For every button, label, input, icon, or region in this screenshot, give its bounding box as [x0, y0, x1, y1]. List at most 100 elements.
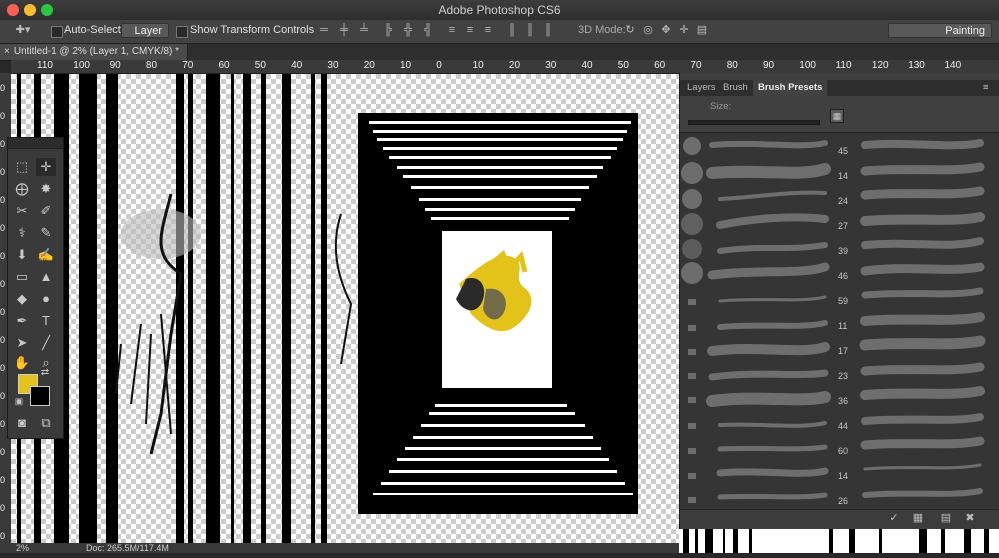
- preset-size: 27: [838, 221, 849, 231]
- ruler-tick-label: 130: [908, 60, 925, 71]
- ruler-tick-label: 0: [0, 83, 6, 93]
- screen-mode-icon[interactable]: ⧉: [36, 414, 56, 432]
- move-tool-icon[interactable]: ✛: [36, 158, 56, 176]
- new-preset-icon[interactable]: ▤: [940, 513, 952, 524]
- auto-select-checkbox[interactable]: [51, 26, 63, 38]
- preset-size: 39: [838, 246, 849, 256]
- distribute-top-icon[interactable]: ≡: [446, 25, 458, 36]
- status-bar: 2% Doc: 265.5M/117.4M: [0, 543, 679, 553]
- lasso-tool-icon[interactable]: ⨁: [12, 180, 32, 198]
- background-color-swatch[interactable]: [30, 386, 50, 406]
- ruler-tick-label: 0: [0, 447, 6, 457]
- horizontal-ruler: 110 100 90 80 70 60 50 40 30 20 10 0 10 20 30 40 50 60 70 8…: [11, 60, 999, 74]
- move-tool-preset-icon[interactable]: ✚▾: [8, 25, 38, 36]
- panel-footer: ✓ ▦ ▤ ✖: [680, 509, 999, 528]
- distribute-vcenter-icon[interactable]: ≡: [464, 25, 476, 36]
- ruler-tick-label: 70: [690, 60, 702, 71]
- ruler-tick-label: 50: [254, 60, 266, 71]
- swap-colors-icon[interactable]: ⇄: [38, 364, 52, 382]
- marquee-tool-icon[interactable]: ⬚: [12, 158, 32, 176]
- eraser-tool-icon[interactable]: ▭: [12, 268, 32, 286]
- quick-mask-icon[interactable]: ◙: [12, 414, 32, 432]
- ruler-tick-label: 0: [0, 195, 6, 205]
- brush-panel-toggle-icon[interactable]: ▦: [830, 109, 844, 123]
- ruler-tick-label: 20: [363, 60, 375, 71]
- crop-tool-icon[interactable]: ✂: [12, 202, 32, 220]
- auto-select-dropdown[interactable]: Layer: [121, 23, 169, 38]
- ruler-tick-label: 0: [0, 363, 6, 373]
- distribute-left-icon[interactable]: ║: [506, 25, 518, 36]
- ruler-tick-label: 70: [182, 60, 194, 71]
- 3d-mode-label: 3D Mode:: [578, 24, 626, 36]
- toggle-brush-panel-icon[interactable]: ✓: [888, 513, 900, 524]
- ruler-tick-label: 60: [218, 60, 230, 71]
- ruler-tick-label: 110: [835, 60, 852, 71]
- align-left-icon[interactable]: ╠: [382, 25, 394, 36]
- line-tool-icon[interactable]: ╱: [36, 334, 56, 352]
- 3d-slide-icon[interactable]: ✛: [678, 25, 690, 36]
- doc-info[interactable]: Doc: 265.5M/117.4M: [86, 543, 169, 553]
- tools-panel-header[interactable]: [8, 138, 63, 149]
- align-bottom-icon[interactable]: ╧: [358, 25, 370, 36]
- ruler-tick-label: 10: [472, 60, 484, 71]
- preset-size: 14: [838, 171, 849, 181]
- document-tab-label: Untitled-1 @ 2% (Layer 1, CMYK/8) *: [13, 46, 180, 57]
- panel-menu-icon[interactable]: ≡: [978, 80, 994, 96]
- close-tab-icon[interactable]: ×: [4, 46, 10, 57]
- ruler-tick-label: 0: [0, 251, 6, 261]
- brush-panel-icon[interactable]: ▦: [912, 513, 924, 524]
- pen-tool-icon[interactable]: ✒: [12, 312, 32, 330]
- trash-icon[interactable]: ✖: [964, 513, 976, 524]
- dodge-tool-icon[interactable]: ●: [36, 290, 56, 308]
- canvas-strip-bottom-right: [679, 529, 999, 553]
- type-tool-icon[interactable]: T: [36, 312, 56, 330]
- path-selection-tool-icon[interactable]: ➤: [12, 334, 32, 352]
- align-hcenter-icon[interactable]: ╬: [402, 25, 414, 36]
- hand-tool-icon[interactable]: ✋: [12, 354, 32, 372]
- distribute-hcenter-icon[interactable]: ║: [524, 25, 536, 36]
- paint-bucket-tool-icon[interactable]: ▲: [36, 268, 56, 286]
- default-colors-icon[interactable]: ▣: [12, 392, 26, 410]
- ruler-tick-label: 0: [0, 503, 6, 513]
- ruler-tick-label: 40: [291, 60, 303, 71]
- 3d-roll-icon[interactable]: ◎: [642, 25, 654, 36]
- document-tab[interactable]: × Untitled-1 @ 2% (Layer 1, CMYK/8) *: [0, 44, 189, 60]
- align-right-icon[interactable]: ╣: [422, 25, 434, 36]
- tab-brush[interactable]: Brush: [718, 80, 753, 96]
- align-top-icon[interactable]: ═: [318, 25, 330, 36]
- 3d-rotate-icon[interactable]: ↻: [624, 25, 636, 36]
- ruler-tick-label: 30: [327, 60, 339, 71]
- tab-layers[interactable]: Layers: [682, 80, 721, 96]
- ruler-tick-label: 100: [73, 60, 90, 71]
- clone-stamp-tool-icon[interactable]: ⬇: [12, 246, 32, 264]
- 3d-pan-icon[interactable]: ✥: [660, 25, 672, 36]
- ruler-tick-label: 80: [726, 60, 738, 71]
- brush-preset-list: 45 14 24 27 39 46 59 11 17 23 36 44 60 1…: [680, 132, 999, 513]
- brush-presets-panel: Layers Brush Brush Presets ≡ Size: ▦ 45 …: [679, 73, 999, 533]
- workspace-switcher[interactable]: Painting: [888, 23, 992, 38]
- 3d-scale-icon[interactable]: ▤: [696, 25, 708, 36]
- tab-brush-presets[interactable]: Brush Presets: [753, 80, 828, 96]
- show-transform-checkbox[interactable]: [176, 26, 188, 38]
- healing-brush-tool-icon[interactable]: ⚕: [12, 224, 32, 242]
- zoom-level[interactable]: 2%: [16, 543, 29, 553]
- preset-size: 26: [838, 496, 849, 506]
- size-slider[interactable]: [688, 120, 820, 125]
- preset-size: 17: [838, 346, 849, 356]
- eyedropper-tool-icon[interactable]: ✐: [36, 202, 56, 220]
- brush-tool-icon[interactable]: ✎: [36, 224, 56, 242]
- magic-wand-tool-icon[interactable]: ✸: [36, 180, 56, 198]
- distribute-right-icon[interactable]: ║: [542, 25, 554, 36]
- preset-size: 24: [838, 196, 849, 206]
- show-transform-label: Show Transform Controls: [190, 24, 315, 36]
- distribute-bottom-icon[interactable]: ≡: [482, 25, 494, 36]
- align-vcenter-icon[interactable]: ╪: [338, 25, 350, 36]
- document-tab-bar: × Untitled-1 @ 2% (Layer 1, CMYK/8) *: [0, 44, 999, 61]
- ruler-tick-label: 0: [0, 531, 6, 541]
- ruler-tick-label: 0: [0, 335, 6, 345]
- blur-tool-icon[interactable]: ◆: [12, 290, 32, 308]
- ruler-tick-label: 0: [0, 139, 6, 149]
- preset-size: 36: [838, 396, 849, 406]
- history-brush-tool-icon[interactable]: ✍: [36, 246, 56, 264]
- document-canvas[interactable]: [11, 74, 679, 543]
